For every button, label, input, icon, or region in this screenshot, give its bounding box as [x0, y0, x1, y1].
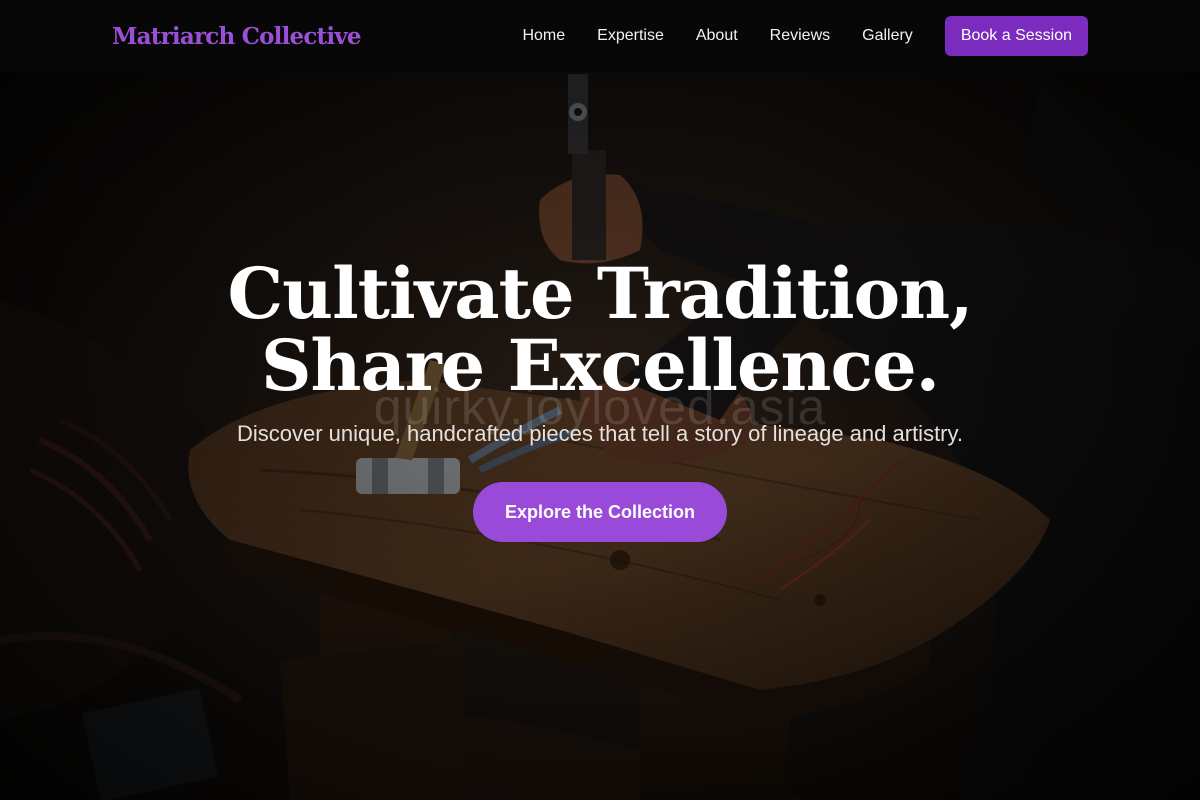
nav-link-home[interactable]: Home — [522, 27, 565, 45]
nav-link-about[interactable]: About — [696, 27, 738, 45]
hero-heading-line-2: Share Excellence. — [261, 324, 940, 407]
nav-link-expertise[interactable]: Expertise — [597, 27, 664, 45]
hero-subtitle: Discover unique, handcrafted pieces that… — [237, 421, 963, 446]
nav-links: Home Expertise About Reviews Gallery Boo… — [522, 16, 1088, 56]
top-navbar: Matriarch Collective Home Expertise Abou… — [0, 0, 1200, 72]
nav-link-reviews[interactable]: Reviews — [770, 27, 830, 45]
book-session-button[interactable]: Book a Session — [944, 16, 1088, 56]
landing-page: Matriarch Collective Home Expertise Abou… — [0, 0, 1200, 800]
nav-link-gallery[interactable]: Gallery — [862, 27, 913, 45]
explore-collection-button[interactable]: Explore the Collection — [473, 482, 727, 542]
hero-heading-line-1: Cultivate Tradition, — [227, 252, 973, 335]
brand-logo[interactable]: Matriarch Collective — [112, 23, 362, 50]
hero-heading: Cultivate Tradition, Share Excellence. — [0, 258, 1200, 402]
hero-section: Cultivate Tradition, Share Excellence. q… — [0, 0, 1200, 800]
